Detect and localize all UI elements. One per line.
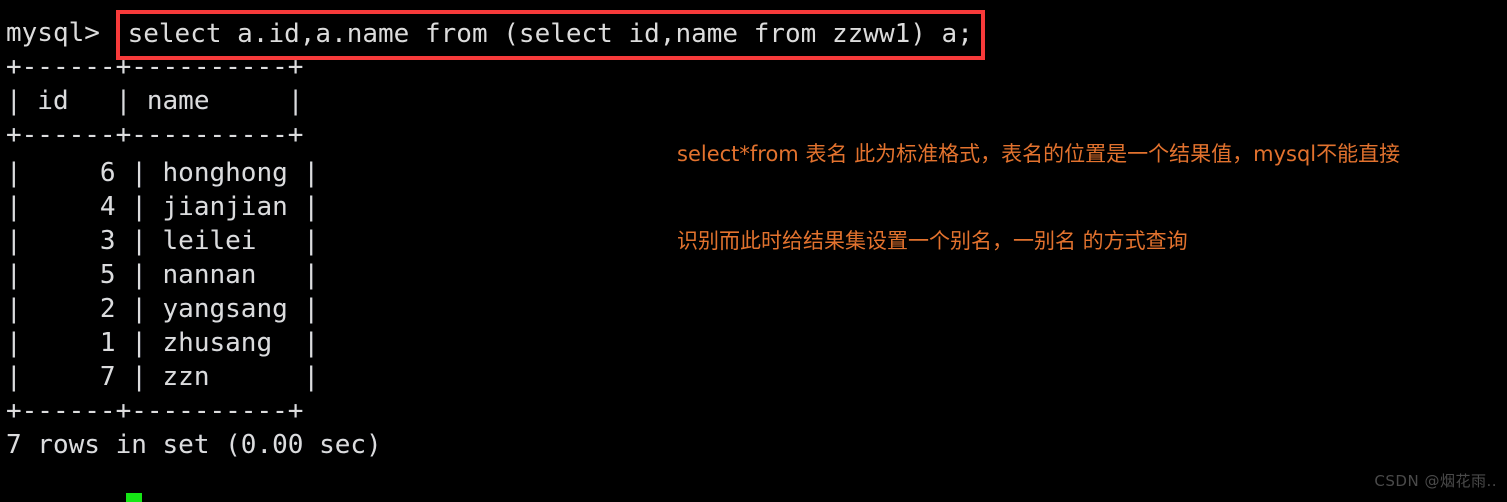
- table-row: | 4 | jianjian |: [6, 192, 320, 222]
- table-row: | 3 | leilei |: [6, 226, 320, 256]
- annotation-line-1: select*from 表名 此为标准格式，表名的位置是一个结果值，mysql不…: [677, 142, 1401, 166]
- table-row: | 1 | zhusang |: [6, 328, 320, 358]
- mysql-prompt: mysql>: [6, 18, 116, 48]
- result-status-line: 7 rows in set (0.00 sec): [6, 430, 382, 460]
- table-header-row: | id | name |: [6, 86, 304, 116]
- table-row: | 2 | yangsang |: [6, 294, 320, 324]
- table-row: | 5 | nannan |: [6, 260, 320, 290]
- table-separator-header: +------+----------+: [6, 120, 304, 150]
- csdn-watermark: CSDN @烟花雨..: [1374, 472, 1497, 490]
- table-separator-bottom: +------+----------+: [6, 396, 304, 426]
- terminal-window: mysql> select a.id,a.name from (select i…: [0, 0, 1507, 502]
- annotation-line-2: 识别而此时给结果集设置一个别名，一别名 的方式查询: [677, 229, 1188, 253]
- table-row: | 6 | honghong |: [6, 158, 320, 188]
- table-separator-top: +------+----------+: [6, 52, 304, 82]
- annotation-text: select*from 表名 此为标准格式，表名的位置是一个结果值，mysql不…: [677, 82, 1507, 314]
- table-row: | 7 | zzn |: [6, 362, 320, 392]
